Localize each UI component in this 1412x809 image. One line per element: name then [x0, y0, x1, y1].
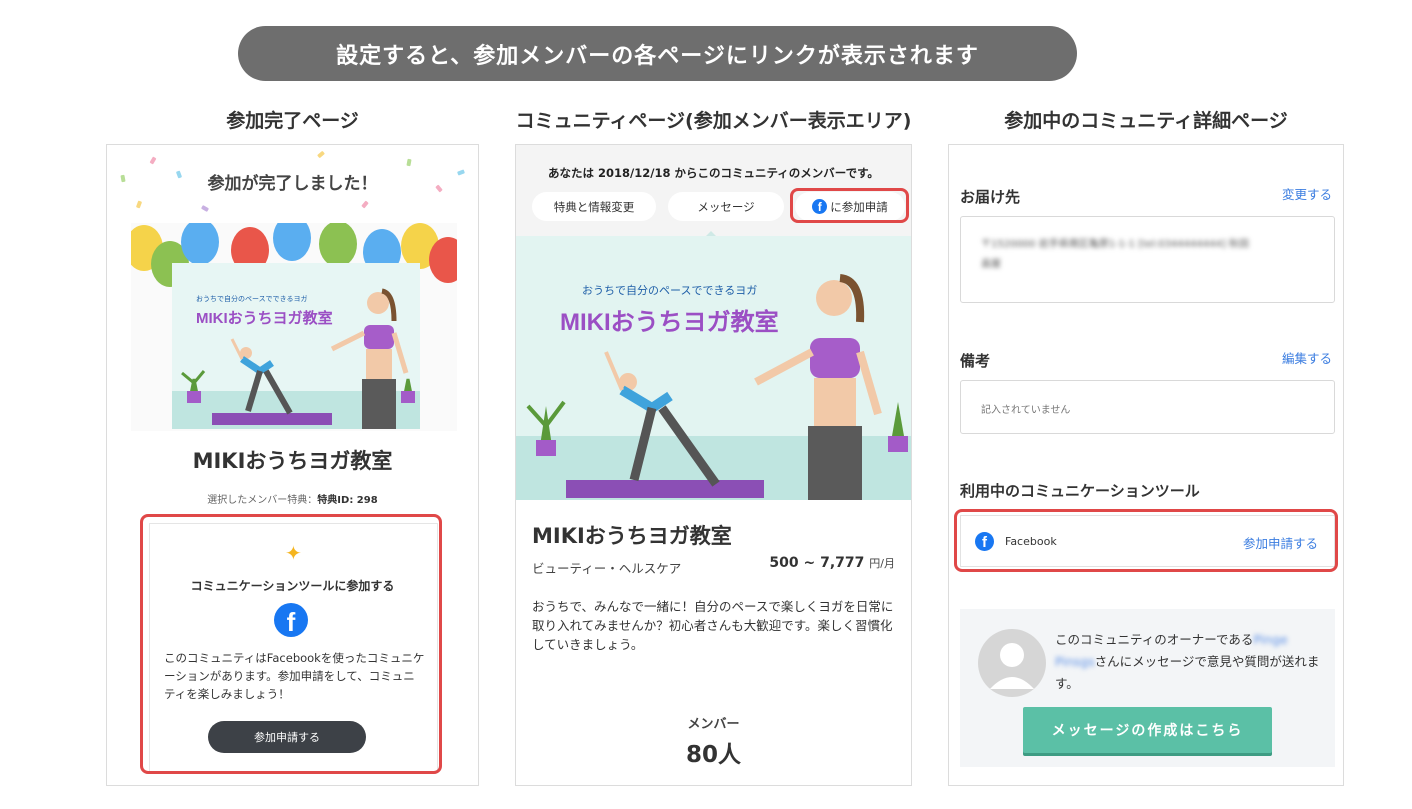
edit-note-link[interactable]: 編集する	[1282, 348, 1332, 367]
confetti	[406, 158, 412, 167]
price-unit: 円/月	[869, 557, 895, 570]
balloon	[181, 223, 219, 265]
highlight-frame	[790, 188, 909, 223]
completion-heading: 参加が完了しました！	[207, 174, 378, 194]
note-label: 備考	[960, 352, 991, 370]
balloon	[273, 223, 311, 261]
confetti	[361, 200, 369, 209]
join-tool-description: このコミュニティはFacebookを使ったコミュニケーションがあります。参加申請…	[164, 651, 425, 701]
address-box: 〒1520000 岩手県南区亀原1-1-1 [tel:0344444444] 秋…	[960, 216, 1335, 303]
join-tool-title: コミュニケーションツールに参加する	[190, 579, 395, 593]
facebook-icon: f	[274, 603, 308, 637]
note-text: 記入されていません	[981, 405, 1071, 416]
column-title-detail: 参加中のコミュニティ詳細ページ	[1004, 110, 1288, 132]
tab-message[interactable]: メッセージ	[668, 192, 784, 221]
address-line: 县屋	[981, 259, 1001, 270]
confetti	[200, 205, 210, 212]
community-description: おうちで、みんなで一緒に！自分のペースで楽しくヨガを日常に取り入れてみませんか？…	[532, 599, 894, 652]
benefit-info: 選択したメンバー特典：特典ID: 298	[107, 491, 478, 506]
member-count: 80人	[685, 742, 741, 768]
community-title: MIKIおうちヨガ教室	[532, 524, 732, 548]
confetti	[135, 200, 143, 209]
address-line: 〒1520000 岩手県南区亀原1-1-1 [tel:0344444444] 秋…	[981, 239, 1250, 250]
create-message-button[interactable]: メッセージの作成はこちら	[1023, 707, 1272, 753]
member-count-label: メンバー	[687, 717, 740, 732]
community-page-panel: あなたは 2018/12/18 からこのコミュニティのメンバーです。 特典と情報…	[515, 144, 912, 786]
balloon	[429, 237, 457, 283]
yoga-hero-image: おうちで自分のペースでできるヨガ MIKIおうちヨガ教室	[516, 236, 911, 500]
benefit-id: 特典ID: 298	[317, 495, 378, 506]
yoga-class-image: おうちで自分のペースでできるヨガ MIKIおうちヨガ教室	[172, 263, 420, 429]
avatar-icon	[978, 629, 1046, 697]
tools-label: 利用中のコミュニケーションツール	[960, 482, 1200, 500]
hero-title: MIKIおうちヨガ教室	[196, 309, 333, 327]
owner-message-card: このコミュニティのオーナーであるPinge Pinsgsさんにメッセージで意見や…	[960, 609, 1335, 767]
tab-benefits[interactable]: 特典と情報変更	[532, 192, 656, 221]
category-label: ビューティー・ヘルスケア	[532, 561, 682, 576]
change-address-link[interactable]: 変更する	[1282, 184, 1332, 203]
header-banner: 設定すると、参加メンバーの各ページにリンクが表示されます	[238, 26, 1077, 81]
community-title: MIKIおうちヨガ教室	[192, 449, 393, 473]
balloon	[319, 223, 357, 267]
owner-message-text: このコミュニティのオーナーであるPinge Pinsgsさんにメッセージで意見や…	[1055, 629, 1325, 695]
confetti	[149, 156, 157, 165]
confetti	[317, 150, 325, 159]
member-since-text: あなたは 2018/12/18 からこのコミュニティのメンバーです。	[548, 166, 879, 180]
completion-page-panel: 参加が完了しました！ おうちで自分のペースでできるヨガ MIKIおうちヨガ教室 …	[106, 144, 479, 786]
price-range: 500 ~ 7,777 円/月	[769, 555, 895, 571]
hero-subtitle: おうちで自分のペースでできるヨガ	[582, 284, 757, 297]
address-label: お届け先	[960, 188, 1021, 206]
hero-subtitle: おうちで自分のペースでできるヨガ	[196, 294, 308, 303]
owner-text-1: このコミュニティのオーナーである	[1055, 632, 1254, 647]
benefit-prefix: 選択したメンバー特典：	[207, 495, 318, 506]
price-value: 500 ~ 7,777	[769, 555, 865, 571]
community-detail-panel: お届け先 変更する 〒1520000 岩手県南区亀原1-1-1 [tel:034…	[948, 144, 1344, 786]
note-box: 記入されていません	[960, 380, 1335, 434]
hero-title: MIKIおうちヨガ教室	[560, 308, 779, 336]
column-title-completion: 参加完了ページ	[226, 110, 359, 132]
sparkle-icon: ✦	[285, 541, 302, 565]
column-title-community: コミュニティページ(参加メンバー表示エリア)	[515, 110, 912, 132]
highlight-frame	[954, 509, 1338, 572]
apply-join-button[interactable]: 参加申請する	[208, 721, 366, 753]
